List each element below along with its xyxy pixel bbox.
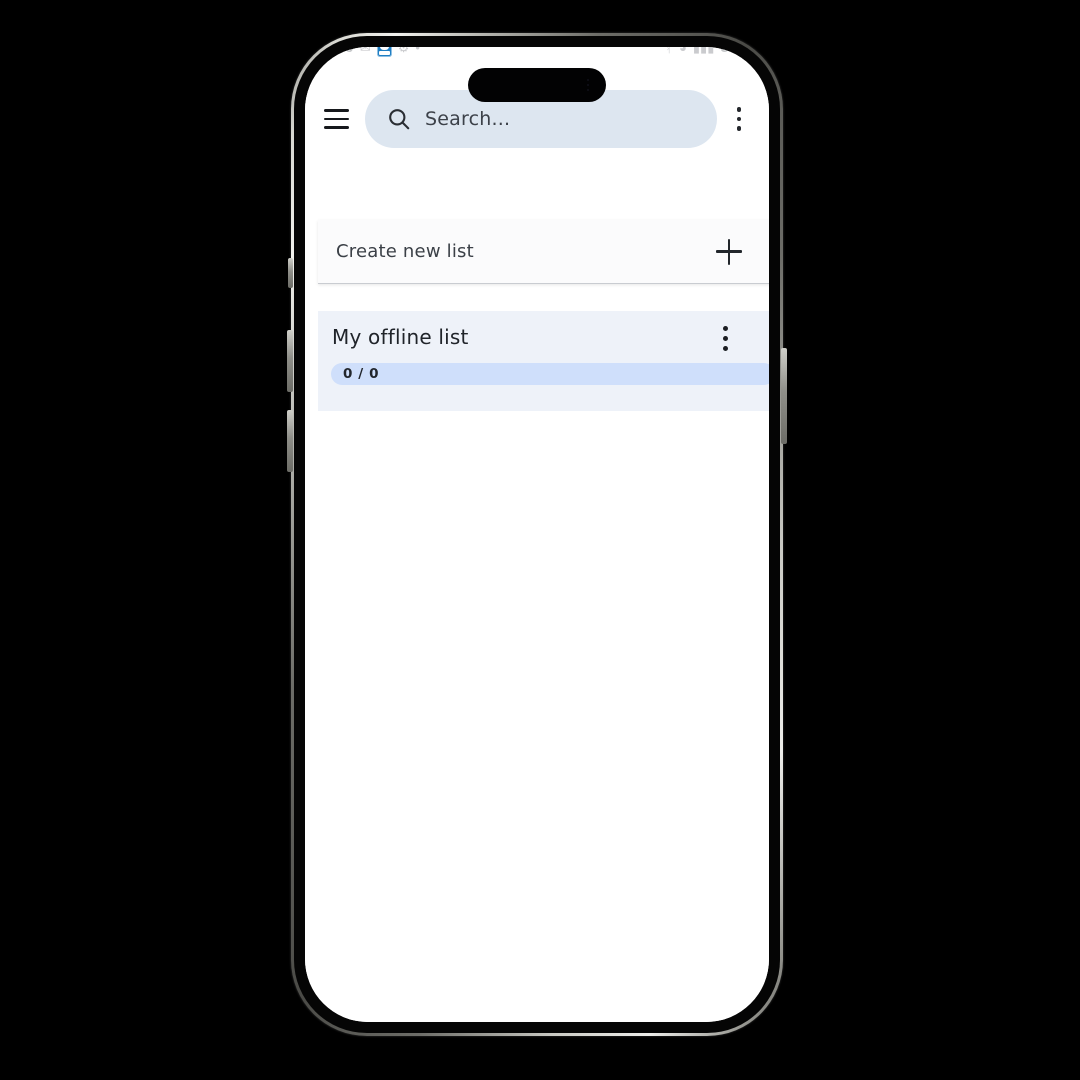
list-progress-label: 0 / 0 xyxy=(343,366,380,382)
volume-up-button[interactable] xyxy=(287,330,293,392)
kebab-dot xyxy=(722,335,728,341)
dot-icon: • xyxy=(415,47,420,55)
hamburger-line xyxy=(323,126,349,129)
plus-icon[interactable] xyxy=(716,238,742,265)
settings-icon: ⚙ xyxy=(397,47,410,55)
wifi-icon: ◕ xyxy=(679,47,687,55)
front-camera-icon xyxy=(587,84,589,86)
kebab-dot xyxy=(722,325,728,331)
hamburger-line xyxy=(323,109,349,112)
kebab-dot xyxy=(722,345,728,351)
list-item-header: My offline list xyxy=(318,325,769,353)
power-button[interactable] xyxy=(781,348,787,444)
main-content: Create new list My offline list 0 / 0 xyxy=(305,163,769,1022)
list-item-title: My offline list xyxy=(332,325,469,349)
list-overflow-menu-icon[interactable] xyxy=(710,323,740,353)
status-bar-left: 7:40 ✉ ⚙ • xyxy=(323,47,420,62)
hamburger-line xyxy=(323,117,349,121)
kebab-dot xyxy=(736,126,742,131)
overflow-menu-icon[interactable] xyxy=(722,99,756,139)
silent-switch-button[interactable] xyxy=(288,258,293,288)
status-bar-right: ᚰ ◕ ▮▮▮ 58% xyxy=(665,47,751,62)
kebab-dot xyxy=(736,107,742,112)
search-icon xyxy=(389,109,410,130)
list-progress-bar: 0 / 0 xyxy=(331,363,769,385)
signal-icon: ▮▮▮ xyxy=(692,47,715,55)
app-notification-icon xyxy=(376,47,392,57)
screenshot-canvas: 7:40 ✉ ⚙ • ᚰ ◕ ▮▮▮ 58% Search... Create … xyxy=(0,0,1080,1080)
create-new-list-label: Create new list xyxy=(336,241,474,262)
volume-down-button[interactable] xyxy=(287,410,293,472)
phone-screen: 7:40 ✉ ⚙ • ᚰ ◕ ▮▮▮ 58% Search... Create … xyxy=(305,47,769,1022)
create-new-list-row[interactable]: Create new list xyxy=(318,220,769,284)
status-time: 7:40 xyxy=(323,47,354,56)
battery-percent: 58% xyxy=(720,47,751,56)
list-item[interactable]: My offline list 0 / 0 xyxy=(318,311,769,411)
search-placeholder-text: Search... xyxy=(425,108,511,130)
message-icon: ✉ xyxy=(359,47,371,55)
bluetooth-icon: ᚰ xyxy=(665,47,674,55)
kebab-dot xyxy=(736,116,742,122)
dynamic-island xyxy=(468,68,606,102)
hamburger-menu-icon[interactable] xyxy=(318,101,354,137)
